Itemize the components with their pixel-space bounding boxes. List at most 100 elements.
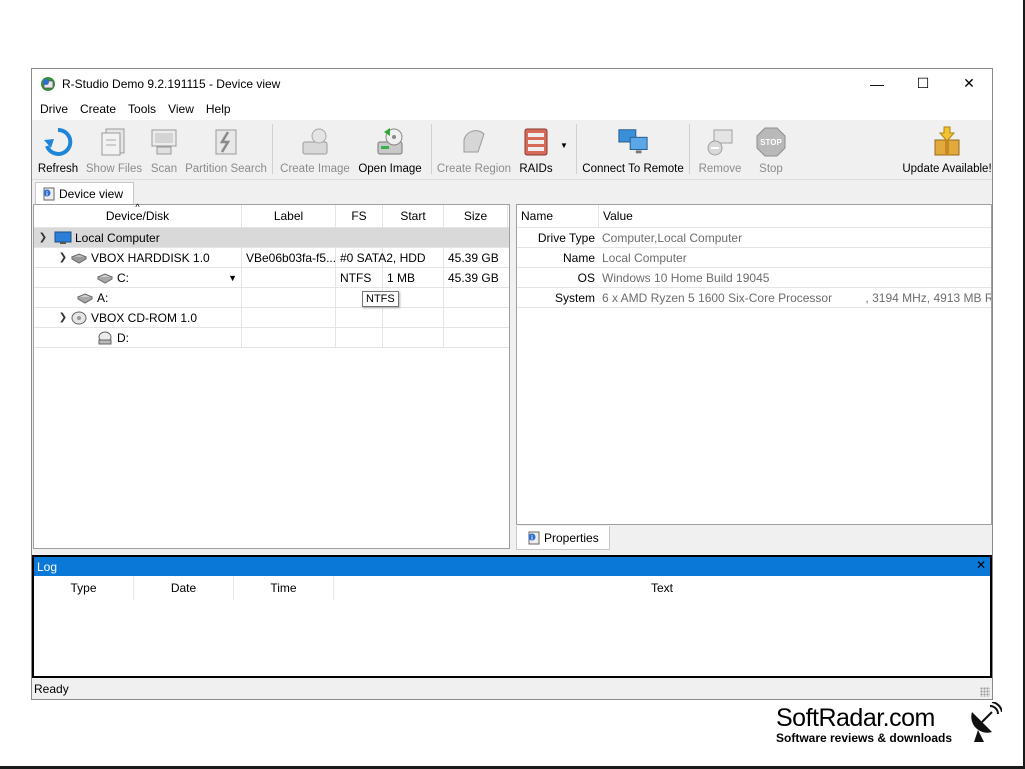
column-log-date[interactable]: Date xyxy=(134,576,234,600)
fs-tooltip: NTFS xyxy=(362,291,399,307)
show-files-icon xyxy=(101,128,125,156)
menu-drive[interactable]: Drive xyxy=(34,102,74,116)
raid-icon xyxy=(524,128,548,156)
column-label-text: Label xyxy=(273,209,304,223)
log-title-bar: Log ✕ xyxy=(34,557,990,576)
scan-button[interactable]: Scan xyxy=(144,121,184,177)
create-region-icon xyxy=(463,130,485,153)
column-start[interactable]: Start xyxy=(383,205,444,227)
raids-label: RAIDs xyxy=(519,163,553,175)
tab-device-view[interactable]: i Device view xyxy=(35,182,135,205)
column-log-type[interactable]: Type xyxy=(34,576,134,600)
property-row[interactable]: Name Local Computer xyxy=(517,248,991,268)
device-start xyxy=(383,248,444,267)
tree-row-drive-a[interactable]: A: xyxy=(34,288,509,308)
show-files-button[interactable]: Show Files xyxy=(84,121,144,177)
property-value: Local Computer xyxy=(602,250,687,265)
info-icon: i xyxy=(43,187,55,201)
scan-label: Scan xyxy=(150,163,178,175)
tree-row-local-computer[interactable]: ❯ Local Computer xyxy=(34,228,509,248)
column-prop-name[interactable]: Name xyxy=(517,205,599,227)
column-start-text: Start xyxy=(400,209,426,223)
collapse-chevron-icon[interactable]: ❯ xyxy=(56,252,70,263)
collapse-chevron-icon[interactable]: ❯ xyxy=(56,312,70,323)
maximize-button[interactable]: ☐ xyxy=(900,69,946,98)
log-pane: Log ✕ Type Date Time Text xyxy=(32,555,992,678)
raids-button[interactable]: RAIDs xyxy=(512,121,560,177)
property-name: OS xyxy=(577,270,595,285)
resize-grip-icon[interactable] xyxy=(980,687,990,697)
column-log-time[interactable]: Time xyxy=(234,576,334,600)
update-available-button[interactable]: Update Available! xyxy=(902,121,992,177)
refresh-button[interactable]: Refresh xyxy=(32,121,84,177)
device-start: 1 MB xyxy=(383,268,444,287)
device-size xyxy=(444,328,508,347)
connect-remote-label: Connect To Remote xyxy=(582,163,684,175)
toolbar-separator xyxy=(689,124,690,174)
close-button[interactable]: ✕ xyxy=(946,69,992,98)
device-name: Local Computer xyxy=(75,230,160,245)
hard-disk-icon xyxy=(70,251,88,265)
device-label: VBe06b03fa-f5... xyxy=(242,248,336,267)
device-fs: #0 SATA2, HDD xyxy=(336,248,426,267)
app-logo-icon xyxy=(41,76,55,91)
connect-remote-icon xyxy=(618,129,648,154)
status-bar: Ready xyxy=(32,679,992,699)
partition-search-button[interactable]: Partition Search xyxy=(184,121,268,177)
device-size xyxy=(444,308,508,327)
window-controls: — ☐ ✕ xyxy=(854,69,992,98)
open-image-button[interactable]: Open Image xyxy=(353,121,427,177)
app-window: R-Studio Demo 9.2.191115 - Device view —… xyxy=(31,68,993,700)
column-log-text[interactable]: Text xyxy=(334,576,990,600)
device-name: C: xyxy=(117,270,129,285)
device-name: A: xyxy=(97,290,109,305)
menu-help[interactable]: Help xyxy=(200,102,237,116)
property-row[interactable]: System 6 x AMD Ryzen 5 1600 Six-Core Pro… xyxy=(517,288,991,308)
softradar-watermark: SoftRadar.com Software reviews & downloa… xyxy=(776,702,1002,745)
tree-row-partition-c[interactable]: C: ▼ NTFS 1 MB 45.39 GB xyxy=(34,268,509,288)
column-size-text: Size xyxy=(463,209,488,223)
tree-row-vbox-cdrom[interactable]: ❯ VBOX CD-ROM 1.0 xyxy=(34,308,509,328)
device-label xyxy=(242,268,336,287)
remove-button[interactable]: Remove xyxy=(694,121,746,177)
device-tree-pane: ^ Device/Disk Label FS Start Size ❯ Loca… xyxy=(33,202,510,549)
menu-create[interactable]: Create xyxy=(74,102,122,116)
refresh-icon xyxy=(44,127,73,156)
column-fs[interactable]: FS xyxy=(336,205,383,227)
properties-icon: i xyxy=(528,531,540,544)
tree-row-drive-d[interactable]: D: xyxy=(34,328,509,348)
create-image-button[interactable]: Create Image xyxy=(277,121,353,177)
device-start xyxy=(383,308,444,327)
column-device-disk[interactable]: ^ Device/Disk xyxy=(34,202,242,227)
menu-tools[interactable]: Tools xyxy=(122,102,162,116)
dropdown-arrow-icon[interactable]: ▼ xyxy=(228,273,237,283)
column-label[interactable]: Label xyxy=(242,205,336,227)
property-row[interactable]: Drive Type Computer,Local Computer xyxy=(517,228,991,248)
device-label xyxy=(242,308,336,327)
tab-properties-label: Properties xyxy=(544,530,599,545)
tab-properties[interactable]: i Properties xyxy=(516,526,610,550)
tab-device-view-label: Device view xyxy=(59,187,124,201)
watermark-tagline: Software reviews & downloads xyxy=(776,731,953,745)
update-package-icon xyxy=(934,126,960,156)
property-row[interactable]: OS Windows 10 Home Build 19045 xyxy=(517,268,991,288)
sort-ascending-icon: ^ xyxy=(135,202,140,212)
create-region-button[interactable]: Create Region xyxy=(436,121,512,177)
raids-dropdown-arrow-icon[interactable]: ▼ xyxy=(560,121,572,150)
properties-pane: Name Value Drive Type Computer,Local Com… xyxy=(516,204,992,525)
column-prop-value[interactable]: Value xyxy=(599,205,991,227)
create-image-label: Create Image xyxy=(280,163,350,175)
column-size[interactable]: Size xyxy=(444,205,508,227)
stop-button[interactable]: STOP Stop xyxy=(746,121,796,177)
log-close-icon[interactable]: ✕ xyxy=(976,558,986,572)
menu-view[interactable]: View xyxy=(162,102,200,116)
collapse-chevron-icon[interactable]: ❯ xyxy=(36,232,50,243)
device-label xyxy=(242,328,336,347)
remove-label: Remove xyxy=(698,163,742,175)
cd-drive-icon xyxy=(96,331,114,345)
scan-icon xyxy=(151,129,177,155)
log-grid-header: Type Date Time Text xyxy=(34,576,990,600)
connect-remote-button[interactable]: Connect To Remote xyxy=(581,121,685,177)
tree-row-vbox-harddisk[interactable]: ❯ VBOX HARDDISK 1.0 VBe06b03fa-f5... #0 … xyxy=(34,248,509,268)
minimize-button[interactable]: — xyxy=(854,69,900,98)
